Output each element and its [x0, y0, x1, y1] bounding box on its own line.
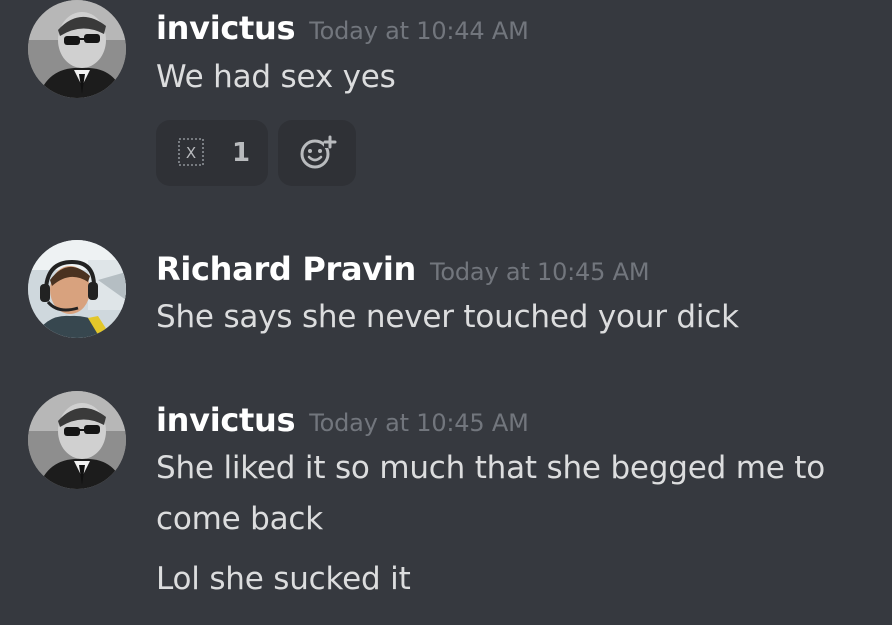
man-with-sunglasses-avatar: [28, 0, 126, 98]
reaction-count: 1: [232, 138, 251, 168]
svg-text:X: X: [186, 144, 196, 162]
add-reaction-button[interactable]: [278, 120, 356, 186]
username[interactable]: invictus: [156, 401, 296, 439]
unknown-emoji-box-icon: X: [178, 138, 204, 166]
avatar[interactable]: [28, 391, 126, 489]
username[interactable]: Richard Pravin: [156, 250, 416, 288]
avatar[interactable]: [28, 0, 126, 98]
message-text: come back: [156, 501, 324, 537]
reaction-button[interactable]: X 1: [156, 120, 268, 186]
message-header: invictus Today at 10:45 AM: [156, 404, 529, 436]
timestamp: Today at 10:45 AM: [430, 258, 650, 286]
timestamp: Today at 10:45 AM: [309, 409, 529, 437]
message-text: Lol she sucked it: [156, 561, 411, 597]
man-with-headset-avatar: [28, 240, 126, 338]
message-text: We had sex yes: [156, 59, 396, 95]
username[interactable]: invictus: [156, 9, 296, 47]
avatar[interactable]: [28, 240, 126, 338]
message-header: Richard Pravin Today at 10:45 AM: [156, 250, 650, 288]
man-with-sunglasses-avatar: [28, 391, 126, 489]
message-header: invictus Today at 10:44 AM: [156, 12, 529, 44]
message-text: She says she never touched your dick: [156, 299, 739, 335]
message-text: She liked it so much that she begged me …: [156, 450, 825, 486]
timestamp: Today at 10:44 AM: [309, 17, 529, 45]
add-reaction-icon: [300, 135, 337, 169]
